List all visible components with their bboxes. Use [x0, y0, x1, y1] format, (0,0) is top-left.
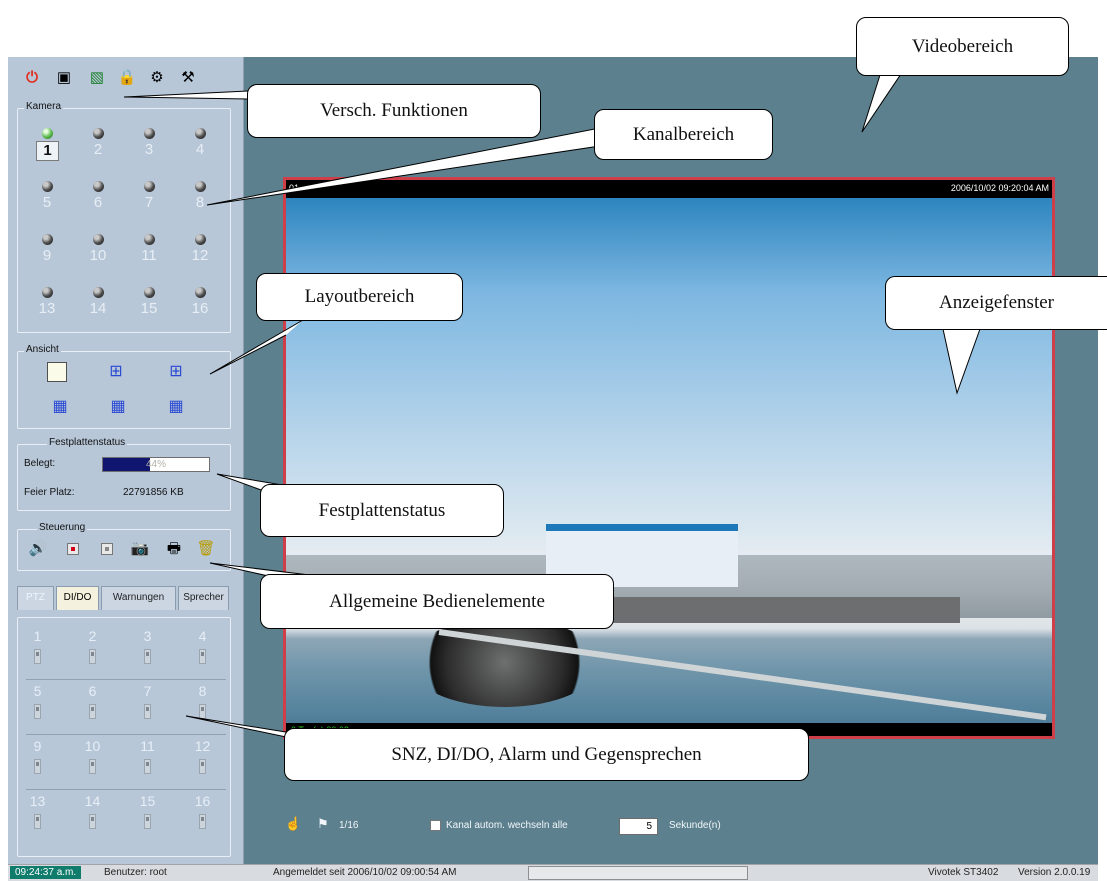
callout-funktionen: Versch. Funktionen: [247, 84, 541, 138]
callout-bedienelemente: Allgemeine Bedienelemente: [260, 574, 614, 629]
callout-anzeigefenster: Anzeigefenster: [885, 276, 1107, 330]
pointer-funktionen: [123, 90, 249, 100]
callout-snz: SNZ, DI/DO, Alarm und Gegensprechen: [284, 728, 809, 781]
pointer-layoutbereich: [209, 319, 304, 375]
callout-layoutbereich: Layoutbereich: [256, 273, 463, 321]
pointer-anzeigefenster: [942, 328, 981, 395]
pointer-videobereich: [861, 67, 906, 133]
callout-videobereich: Videobereich: [856, 17, 1069, 76]
callout-festplattenstatus: Festplattenstatus: [260, 484, 504, 537]
callout-kanalbereich: Kanalbereich: [594, 109, 773, 160]
